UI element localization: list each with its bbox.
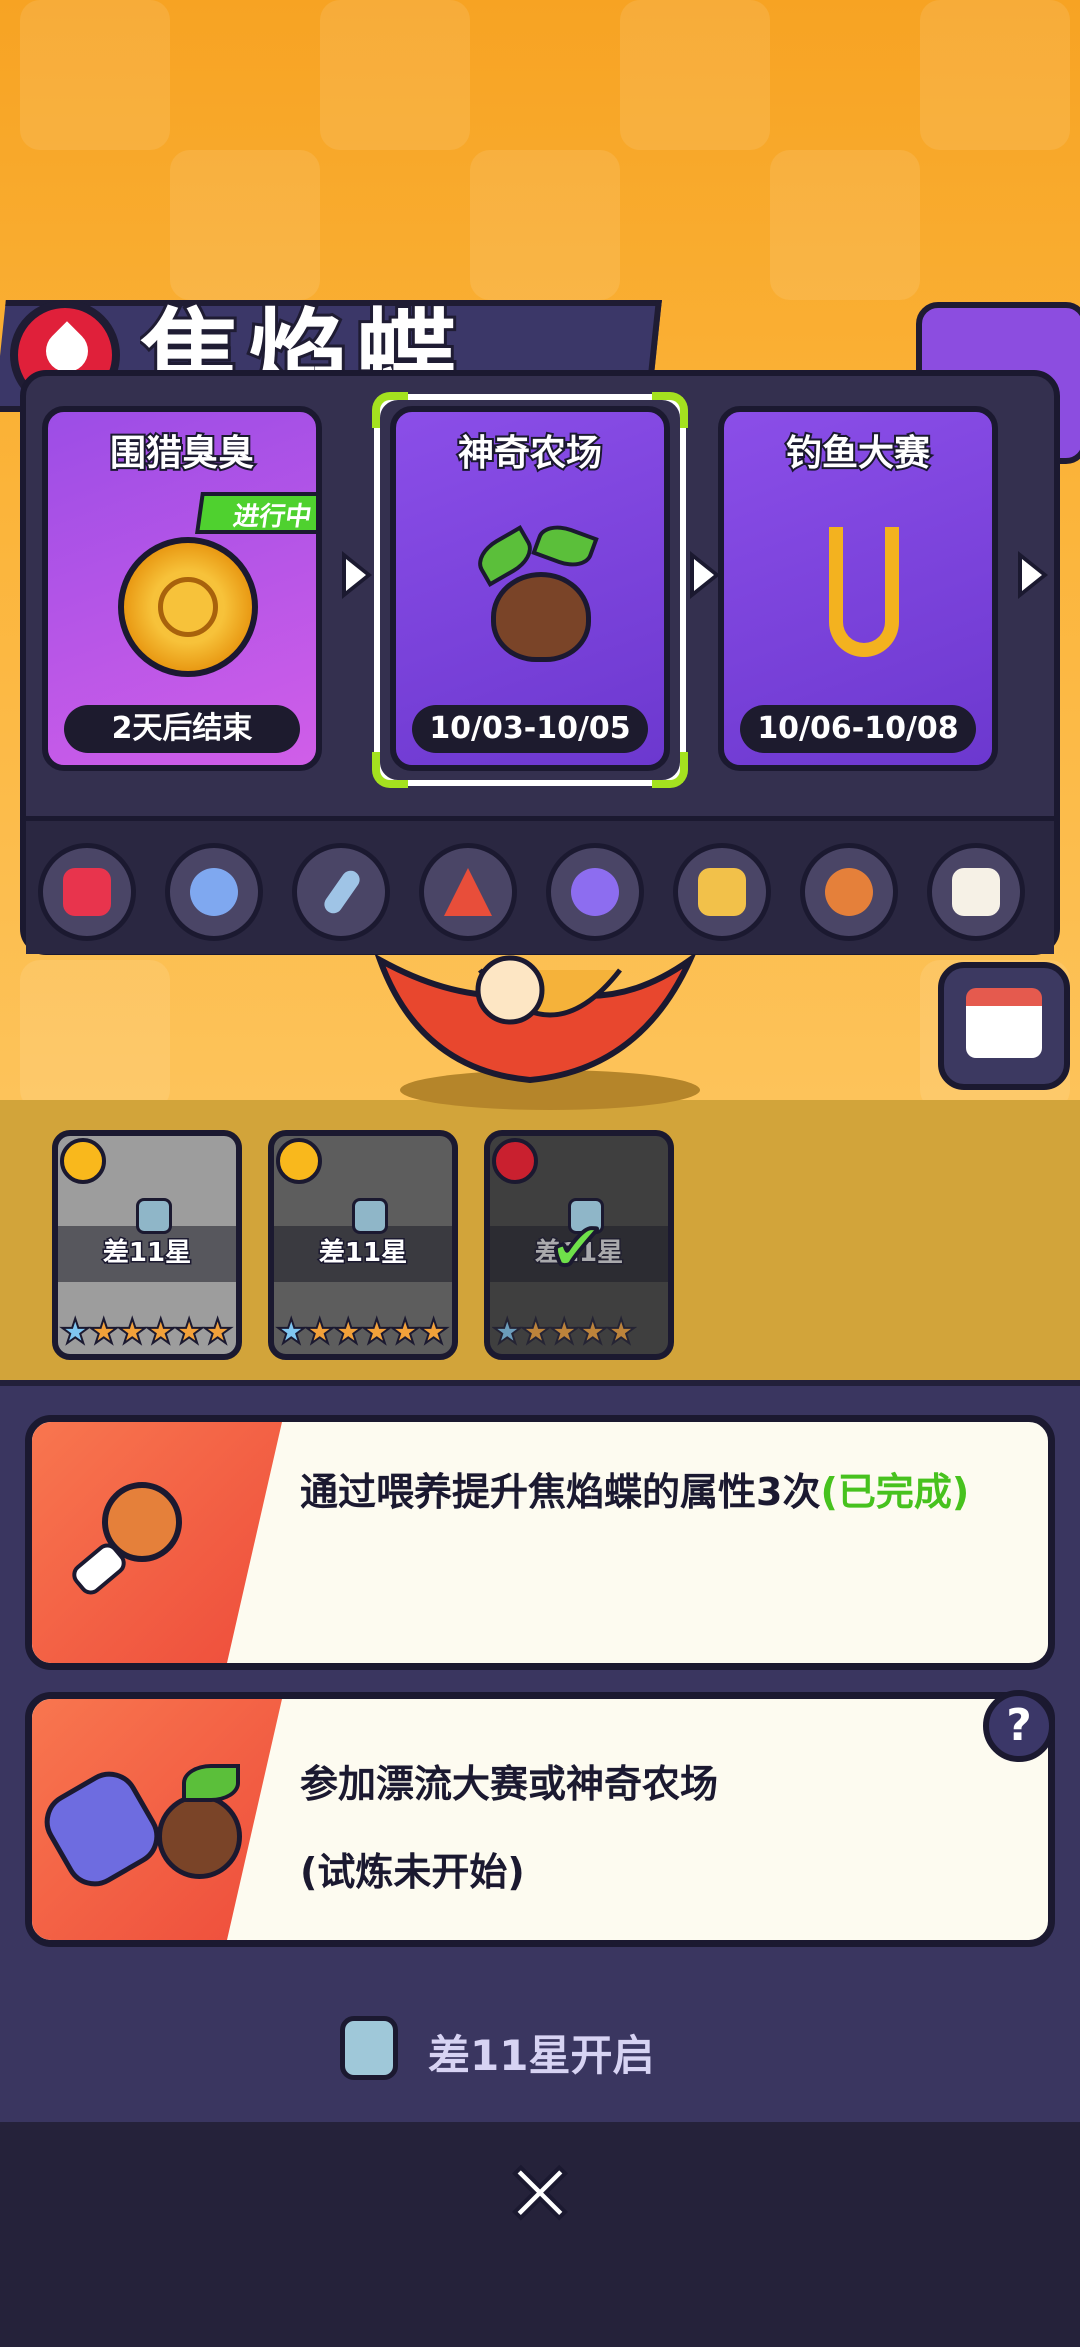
energy-drink-icon[interactable] [38, 843, 136, 941]
shortcut-icon-row [26, 816, 1054, 954]
chevron-right-icon [342, 551, 372, 599]
castle-icon[interactable] [673, 843, 771, 941]
chevron-right-icon [690, 551, 720, 599]
coin-icon [118, 537, 258, 677]
lock-icon [136, 1198, 172, 1234]
task-icon-panel [32, 1422, 282, 1663]
close-button[interactable]: ✕ [500, 2150, 580, 2240]
drumstick-icon[interactable] [800, 843, 898, 941]
lock-icon [352, 1198, 388, 1234]
star-rating: ★★★★★★ [59, 1311, 234, 1353]
chevron-right-icon [1018, 551, 1048, 599]
fire-icon [492, 1138, 538, 1184]
orb-icon[interactable] [546, 843, 644, 941]
task-card: 通过喂养提升焦焰蝶的属性3次(已完成) [25, 1415, 1055, 1670]
event-time: 10/06-10/08 [740, 705, 976, 753]
lightning-icon [276, 1138, 322, 1184]
event-card-fishing[interactable]: 钓鱼大赛 10/06-10/08 [718, 406, 998, 771]
sword-icon[interactable] [292, 843, 390, 941]
lollipop-icon[interactable] [165, 843, 263, 941]
lock-icon [340, 2016, 398, 2080]
task-card: 参加漂流大赛或神奇农场 (试炼未开始) [25, 1692, 1055, 1947]
calendar-filter-button[interactable] [938, 962, 1070, 1090]
task-status: (试炼未开始) [300, 1850, 525, 1894]
lightning-icon [60, 1138, 106, 1184]
unlock-text: 差11星开启 [428, 2031, 655, 2080]
event-name: 围猎臭臭 [108, 431, 256, 476]
fishing-hook-icon [829, 527, 899, 657]
pet-card[interactable]: 差11星 ★★★★★★ [268, 1130, 458, 1360]
event-card-hunt[interactable]: 围猎臭臭 进行中 2天后结束 [42, 406, 322, 771]
star-rating: ★★★★★★ [275, 1311, 450, 1353]
task-description: 通过喂养提升焦焰蝶的属性3次 [300, 1470, 821, 1514]
clipboard-check-icon[interactable] [927, 843, 1025, 941]
pet-card[interactable]: 差11星 ★★★★★★ [52, 1130, 242, 1360]
calendar-icon [966, 988, 1042, 1058]
task-text: 通过喂养提升焦焰蝶的属性3次(已完成) [300, 1467, 990, 1517]
star-rating: ★★★★★ [491, 1311, 637, 1353]
event-name: 神奇农场 [456, 431, 604, 476]
event-time: 2天后结束 [64, 705, 300, 753]
task-status: (已完成) [820, 1470, 970, 1514]
task-description: 参加漂流大赛或神奇农场 [300, 1762, 719, 1806]
event-time: 10/03-10/05 [412, 705, 648, 753]
status-badge: 进行中 [195, 492, 316, 534]
pet-card[interactable]: 差11星 ✔ ★★★★★ [484, 1130, 674, 1360]
event-name: 钓鱼大赛 [784, 431, 932, 476]
check-icon: ✔ [546, 1209, 607, 1288]
help-button[interactable]: ? [983, 1690, 1055, 1762]
task-icon-panel [32, 1699, 282, 1940]
tent-icon[interactable] [419, 843, 517, 941]
pet-star-gap: 差11星 [317, 1237, 408, 1270]
event-panel: 围猎臭臭 进行中 2天后结束 神奇农场 10/03-10/05 钓鱼大赛 10/… [20, 370, 1060, 955]
event-card-farm[interactable]: 神奇农场 10/03-10/05 [390, 406, 670, 771]
pet-title: 焦焰蝶 [140, 295, 464, 375]
pet-star-gap: 差11星 [101, 1237, 192, 1270]
creature-sprite [374, 951, 700, 1110]
